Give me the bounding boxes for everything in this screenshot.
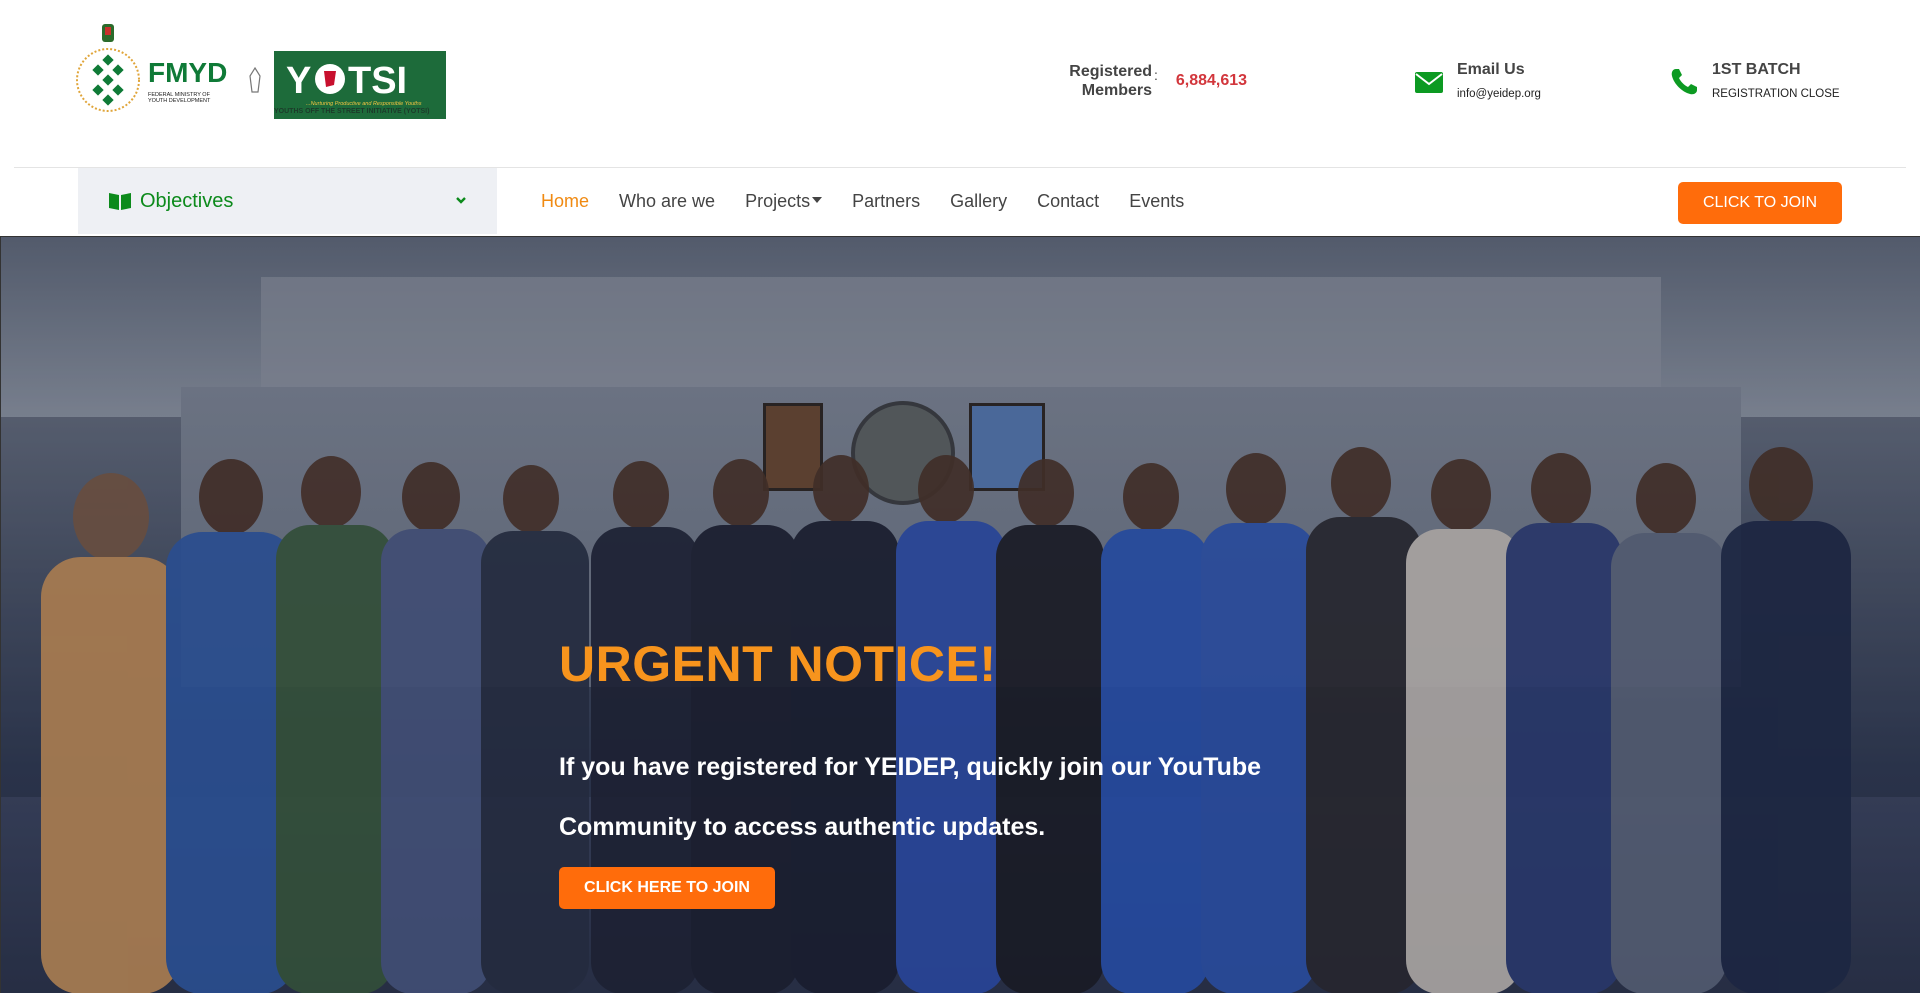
registered-count: 6,884,613 [1175,72,1248,89]
top-header: FMYD FEDERAL MINISTRY OF YOUTH DEVELOPME… [0,0,1920,168]
caret-down-icon [812,196,823,203]
nav-events[interactable]: Events [1129,191,1184,212]
hero-title: URGENT NOTICE! [559,636,997,692]
click-here-to-join-button[interactable]: CLICK HERE TO JOIN [559,867,775,909]
objectives-dropdown[interactable]: Objectives [78,168,497,234]
hero-text: If you have registered for YEIDEP, quick… [559,753,1262,841]
objectives-label: Objectives [140,189,234,212]
phone-icon [1671,69,1697,95]
fmyd-logo-text: FMYD [148,57,227,88]
main-navbar: Objectives Home Who are we Projects Part… [0,168,1920,236]
nav-projects-label: Projects [745,190,811,211]
yotsi-caption: YOUTHS OFF THE STREET INITIATIVE (YOTSI) [274,108,430,115]
svg-text:...Nurturing Productive and Re: ...Nurturing Productive and Responsible … [306,101,422,107]
yotsi-logo-text: TSI [348,60,407,102]
batch-title: 1ST BATCH [1712,61,1801,78]
nav-contact[interactable]: Contact [1037,191,1099,212]
nav-gallery[interactable]: Gallery [950,191,1007,212]
email-contact[interactable]: Email Us info@yeidep.org [1413,60,1541,100]
envelope-icon [1415,72,1443,93]
registered-members: Registered Members : 6,884,613 [1060,62,1247,100]
nav-who-are-we[interactable]: Who are we [619,191,715,212]
svg-text:YOUTH DEVELOPMENT: YOUTH DEVELOPMENT [148,98,211,104]
svg-text:Y: Y [286,60,311,102]
hero-overlay [1,237,1920,993]
nav-projects[interactable]: Projects [745,190,823,212]
hero-banner: URGENT NOTICE! If you have registered fo… [0,236,1920,993]
coat-of-arms-icon [249,66,261,93]
batch-status: REGISTRATION CLOSE [1712,88,1840,100]
email-address[interactable]: info@yeidep.org [1457,88,1541,100]
registered-label: Registered Members [1069,63,1152,99]
click-to-join-button[interactable]: CLICK TO JOIN [1678,182,1842,224]
email-title: Email Us [1457,61,1525,78]
nav-partners[interactable]: Partners [852,191,920,212]
book-icon [109,193,131,210]
nav-home[interactable]: Home [541,191,589,212]
chevron-down-icon[interactable] [455,194,467,206]
batch-info: 1ST BATCH REGISTRATION CLOSE [1668,60,1840,100]
registered-colon: : [1154,67,1158,83]
fmyd-logo[interactable]: FMYD FEDERAL MINISTRY OF YOUTH DEVELOPME… [76,22,241,126]
nav-menu: Home Who are we Projects Partners Galler… [541,168,1214,234]
